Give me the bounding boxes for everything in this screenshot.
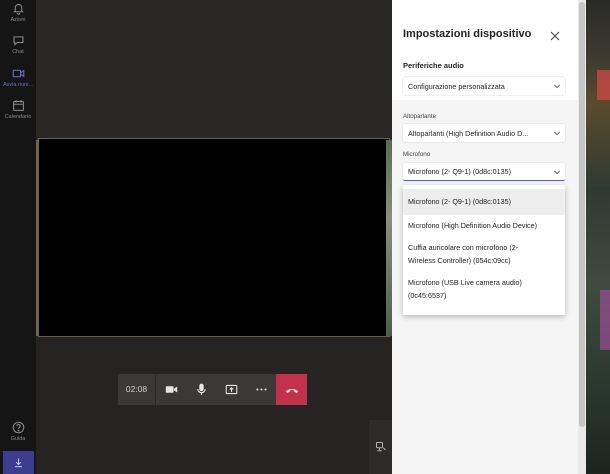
chevron-down-icon: [549, 168, 565, 176]
share-screen-button[interactable]: [216, 374, 246, 405]
rail-item-calendar[interactable]: Calendario: [0, 98, 36, 132]
app-rail: Azioni Chat Avvia riuni... Calendario Gu…: [0, 0, 36, 474]
teams-window: Azioni Chat Avvia riuni... Calendario Gu…: [0, 0, 610, 474]
mic-option-line2[interactable]: (0c45:6537): [403, 290, 565, 301]
video-icon: [12, 69, 24, 78]
mic-option-line2[interactable]: Wireless Controller) (054c:09cc): [403, 255, 565, 266]
camera-icon: [165, 386, 177, 393]
chat-icon: [13, 36, 23, 46]
rail-label: Chat: [12, 49, 24, 55]
close-button[interactable]: [550, 28, 562, 41]
chevron-down-icon: [549, 82, 565, 90]
desktop-background: [597, 70, 610, 100]
camera-button[interactable]: [156, 374, 186, 405]
mic-option[interactable]: Microfono (High Definition Audio Device): [403, 219, 565, 233]
hang-up-button[interactable]: [276, 374, 307, 405]
download-button[interactable]: [3, 451, 34, 474]
stage-top-area: [36, 0, 392, 140]
rail-label: Calendario: [4, 114, 32, 120]
share-screen-icon: [225, 384, 237, 395]
rail-label: Azioni: [10, 17, 26, 23]
rail-item-help[interactable]: Guida: [0, 420, 36, 454]
speaker-select[interactable]: Altoparlanti (High Definition Audio D...: [403, 124, 565, 142]
audio-devices-label: Periferiche audio: [403, 61, 464, 70]
call-stage: 02:08: [36, 0, 393, 474]
device-settings-toggle[interactable]: [369, 420, 393, 474]
download-icon: [15, 458, 22, 468]
select-value: Configurazione personalizzata: [408, 81, 505, 91]
chevron-down-icon: [549, 129, 565, 137]
mic-option-line1[interactable]: Microfono (USB Live camera audio): [403, 277, 565, 288]
video-preview: [38, 138, 390, 337]
audio-devices-select[interactable]: Configurazione personalizzata: [403, 77, 565, 95]
scrollbar-thumb[interactable]: [579, 2, 585, 427]
call-controls-bar: 02:08: [118, 374, 276, 405]
microphone-dropdown: Microfono (2- Q9-1) (0d8c:0135) Microfon…: [403, 185, 565, 315]
panel-scrollbar[interactable]: [578, 0, 586, 474]
mic-button[interactable]: [186, 374, 216, 405]
panel-title: Impostazioni dispositivo: [403, 28, 532, 40]
rail-item-chat[interactable]: Chat: [0, 33, 36, 67]
microphone-label: Microfono: [403, 151, 431, 158]
desktop-background: [600, 290, 610, 350]
device-settings-panel: Impostazioni dispositivo Periferiche aud…: [392, 0, 578, 474]
rail-label: Avvia riuni...: [3, 82, 33, 88]
speaker-label: Altoparlante: [403, 113, 437, 120]
call-timer: 02:08: [118, 374, 156, 405]
call-device-icon: [376, 442, 386, 452]
select-value: Microfono (2- Q9-1) (0d8c:0135): [408, 167, 512, 176]
bell-icon: [12, 3, 24, 15]
help-icon: [12, 421, 24, 434]
more-icon: [255, 388, 267, 391]
calendar-icon: [12, 100, 24, 111]
microphone-select[interactable]: Microfono (2- Q9-1) (0d8c:0135): [403, 163, 565, 181]
close-icon: [550, 31, 560, 41]
rail-item-activity[interactable]: Azioni: [0, 1, 36, 35]
microphone-icon: [196, 383, 206, 395]
select-value: Altoparlanti (High Definition Audio D...: [408, 128, 529, 138]
mic-option-line1[interactable]: Cuffia auricolare con microfono (2-: [403, 242, 565, 253]
call-controls: 02:08: [118, 374, 309, 405]
hang-up-icon: [285, 388, 298, 393]
mic-option[interactable]: Microfono (2- Q9-1) (0d8c:0135): [403, 189, 565, 215]
rail-label: Guida: [10, 436, 26, 442]
more-options-button[interactable]: [246, 374, 276, 405]
rail-item-meet[interactable]: Avvia riuni...: [0, 66, 36, 100]
